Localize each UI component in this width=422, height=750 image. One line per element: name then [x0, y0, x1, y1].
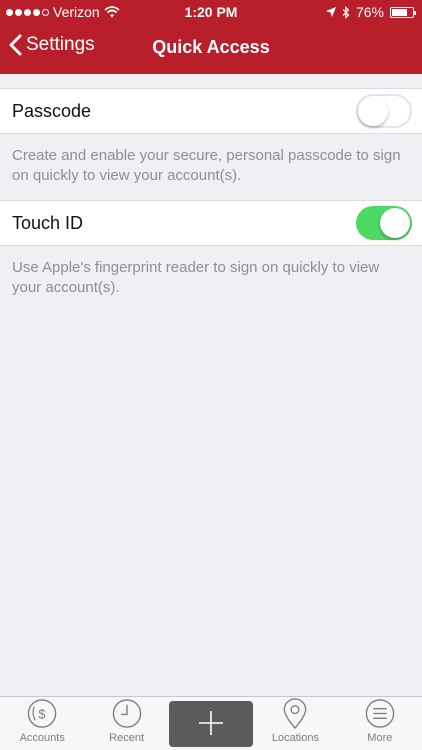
settings-content: Passcode Create and enable your secure, … [0, 74, 422, 312]
battery-percent: 76% [355, 4, 384, 20]
tab-accounts[interactable]: $ Accounts [0, 697, 84, 750]
status-right: 76% [325, 4, 416, 20]
passcode-row: Passcode [0, 88, 422, 134]
status-bar: Verizon 1:20 PM 76% [0, 0, 422, 24]
tab-locations[interactable]: Locations [253, 697, 337, 750]
plus-icon [199, 710, 224, 735]
bluetooth-icon [342, 5, 350, 19]
tab-more-label: More [367, 732, 393, 744]
add-button[interactable] [169, 700, 254, 747]
top-spacer [0, 74, 422, 88]
app-header: Verizon 1:20 PM 76% Settings Quick Acces… [0, 0, 422, 74]
dollar-coin-icon: $ [27, 699, 57, 728]
tab-more[interactable]: More [338, 697, 422, 750]
passcode-label: Passcode [12, 100, 92, 121]
svg-text:$: $ [39, 707, 46, 721]
battery-fill [392, 8, 408, 16]
battery-icon [390, 6, 416, 18]
tab-accounts-label: Accounts [19, 732, 65, 744]
tab-recent[interactable]: Recent [84, 697, 168, 750]
tab-add[interactable] [169, 697, 254, 750]
passcode-description: Create and enable your secure, personal … [12, 147, 401, 184]
page-title: Quick Access [152, 37, 270, 57]
touch-id-toggle[interactable] [356, 206, 412, 240]
clock-icon [112, 699, 141, 728]
toggle-knob [358, 96, 388, 126]
passcode-toggle[interactable] [356, 94, 412, 128]
menu-lines-icon [365, 699, 395, 728]
toggle-knob [380, 208, 410, 238]
tab-bar: $ Accounts Recent Locations More [0, 696, 422, 750]
tab-locations-label: Locations [271, 732, 319, 744]
touch-id-row: Touch ID [0, 200, 422, 246]
location-arrow-icon [325, 7, 336, 17]
tab-recent-label: Recent [109, 732, 145, 744]
touch-id-description: Use Apple's fingerprint reader to sign o… [12, 259, 380, 296]
map-pin-icon [284, 698, 307, 730]
touch-id-label: Touch ID [12, 212, 84, 233]
